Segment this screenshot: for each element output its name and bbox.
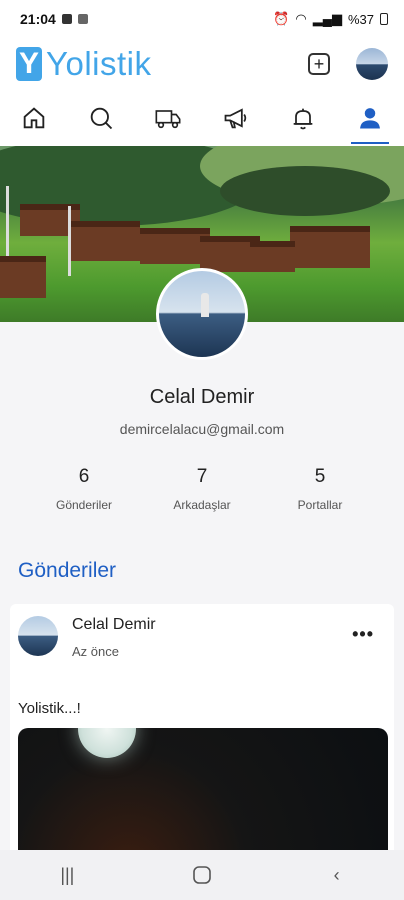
- battery-icon: [380, 13, 388, 25]
- add-post-button[interactable]: +: [308, 53, 330, 75]
- post-card: Celal Demir Az önce ••• Yolistik...!: [10, 604, 394, 864]
- plus-square-icon: +: [313, 54, 325, 74]
- cover-forest: [220, 166, 390, 216]
- stat-label: Arkadaşlar: [173, 498, 231, 512]
- main-tabs: [0, 90, 404, 146]
- truck-icon: [155, 110, 181, 129]
- avatar-tower: [201, 293, 209, 317]
- cover-pole: [68, 206, 71, 276]
- status-left: 21:04: [20, 11, 88, 27]
- megaphone-icon: [224, 108, 246, 129]
- home-icon: [23, 107, 44, 129]
- cover-house: [70, 221, 140, 261]
- cover-house: [0, 256, 46, 298]
- recent-apps-icon: |||: [60, 864, 75, 885]
- brand-name: Yolistik: [46, 45, 152, 82]
- tab-transport[interactable]: [141, 90, 195, 146]
- tab-profile[interactable]: [343, 90, 397, 146]
- post-text: Yolistik...!: [18, 700, 81, 717]
- search-icon: [90, 107, 113, 130]
- cover-house: [250, 241, 295, 272]
- status-bar: 21:04 ⏰ ◠ ▂▄▆ %37: [0, 0, 404, 38]
- cover-house: [290, 226, 370, 268]
- tab-notifications[interactable]: [276, 90, 330, 146]
- posts-section-title: Gönderiler: [18, 559, 117, 582]
- status-time: 21:04: [20, 11, 56, 27]
- tab-announcements[interactable]: [209, 90, 263, 146]
- post-author-name[interactable]: Celal Demir: [72, 616, 156, 634]
- post-more-button[interactable]: •••: [352, 624, 374, 645]
- header-avatar[interactable]: [356, 48, 388, 80]
- profile-stats: 6 Gönderiler 7 Arkadaşlar 5 Portallar: [0, 466, 404, 512]
- post-timestamp: Az önce: [72, 644, 119, 659]
- logo-mark: Y: [16, 47, 42, 81]
- user-icon: [360, 108, 381, 129]
- profile-name: Celal Demir: [149, 386, 255, 408]
- tab-search[interactable]: [74, 90, 128, 146]
- stat-value: 7: [196, 466, 208, 487]
- status-right: ⏰ ◠ ▂▄▆ %37: [273, 11, 388, 27]
- stat-value: 6: [78, 466, 90, 487]
- signal-icon: ▂▄▆: [312, 11, 342, 26]
- profile-email: demircelalacu@gmail.com: [119, 421, 285, 437]
- bell-icon: [293, 108, 313, 130]
- alarm-icon: ⏰: [273, 11, 290, 26]
- home-button-icon: [193, 866, 211, 884]
- post-image[interactable]: [18, 728, 388, 864]
- profile-avatar[interactable]: [156, 268, 248, 360]
- app-header: Y Yolistik +: [0, 38, 404, 90]
- back-button[interactable]: ‹: [307, 855, 367, 895]
- app-logo[interactable]: Y Yolistik: [16, 45, 152, 83]
- stat-value: 5: [314, 466, 326, 487]
- cover-pole: [6, 186, 9, 256]
- system-navigation-bar: ||| ‹: [0, 850, 404, 900]
- post-author-avatar[interactable]: [18, 616, 58, 656]
- notification-icon: [61, 14, 72, 24]
- stat-posts[interactable]: 6 Gönderiler: [34, 466, 134, 512]
- battery-level: %37: [347, 11, 374, 27]
- home-button[interactable]: [172, 855, 232, 895]
- stat-label: Gönderiler: [55, 498, 113, 512]
- wifi-icon: ◠: [295, 11, 307, 26]
- image-moon: [78, 728, 136, 758]
- stat-friends[interactable]: 7 Arkadaşlar: [152, 466, 252, 512]
- back-icon: ‹: [333, 864, 340, 885]
- recent-apps-button[interactable]: |||: [37, 855, 97, 895]
- stat-portals[interactable]: 5 Portallar: [270, 466, 370, 512]
- tab-home[interactable]: [7, 90, 61, 146]
- stat-label: Portallar: [297, 498, 343, 512]
- notification-icon: [77, 14, 88, 24]
